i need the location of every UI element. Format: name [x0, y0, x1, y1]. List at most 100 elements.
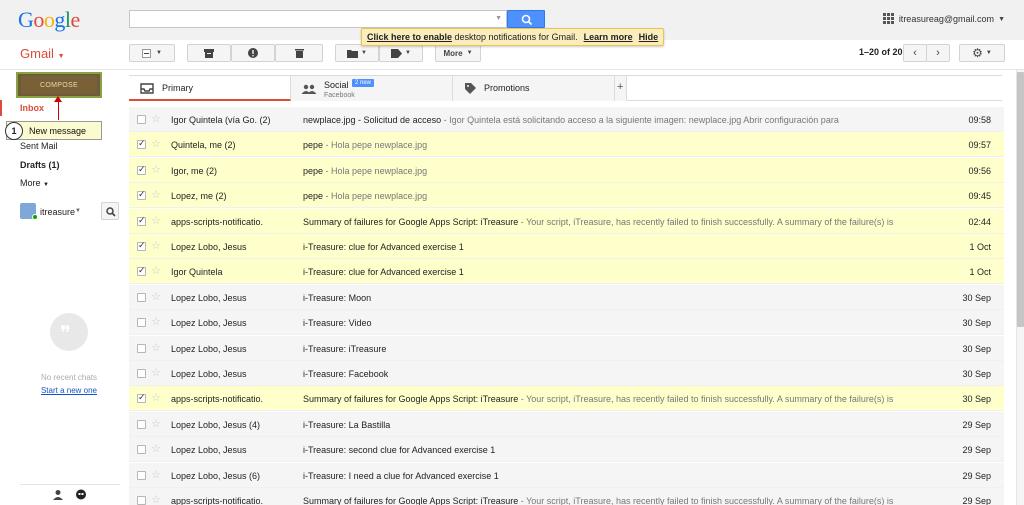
hide-link[interactable]: Hide: [639, 32, 659, 42]
archive-button[interactable]: [187, 44, 231, 62]
chat-user-name[interactable]: itreasure: [40, 207, 75, 217]
subject-text: i-Treasure: second clue for Advanced exe…: [303, 445, 496, 456]
star-icon[interactable]: ☆: [151, 341, 161, 354]
search-options-caret-icon[interactable]: ▼: [495, 15, 502, 22]
row-sender: Lopez, me (2): [171, 191, 227, 202]
sidebar-item-drafts[interactable]: Drafts (1): [20, 160, 60, 170]
table-row[interactable]: ☆ Lopez Lobo, Jesus (4) i-Treasure: La Bas…: [129, 411, 1004, 437]
learn-more-link[interactable]: Learn more: [584, 32, 633, 42]
row-checkbox[interactable]: [137, 215, 146, 226]
row-checkbox[interactable]: [137, 496, 146, 505]
sidebar-item-more[interactable]: More ▼: [20, 178, 49, 188]
sidebar-item-inbox[interactable]: Inbox: [20, 103, 44, 113]
delete-button[interactable]: [275, 44, 323, 62]
row-checkbox[interactable]: [137, 369, 146, 378]
move-to-button[interactable]: ▼: [335, 44, 379, 62]
labels-button[interactable]: ▼: [379, 44, 423, 62]
enable-notifications-link[interactable]: Click here to enable: [367, 32, 452, 42]
chevron-left-icon: ‹: [913, 47, 917, 59]
header-divider: [0, 69, 1024, 70]
star-icon[interactable]: ☆: [151, 163, 161, 176]
row-checkbox[interactable]: [137, 419, 146, 429]
sidebar-item-sent-mail[interactable]: Sent Mail: [20, 141, 58, 151]
subject-text: i-Treasure: I need a clue for Advanced e…: [303, 470, 499, 481]
star-icon[interactable]: ☆: [151, 417, 161, 430]
row-checkbox[interactable]: [137, 292, 146, 302]
older-button[interactable]: ›: [926, 44, 950, 62]
star-icon[interactable]: ☆: [151, 315, 161, 328]
start-new-chat-link[interactable]: Start a new one: [20, 386, 118, 395]
more-actions-button[interactable]: More ▼: [435, 44, 481, 62]
star-icon[interactable]: ☆: [151, 493, 161, 505]
star-icon[interactable]: ☆: [151, 391, 161, 404]
chat-search-button[interactable]: [101, 202, 119, 220]
hangouts-icon[interactable]: [75, 489, 87, 501]
row-checkbox[interactable]: [137, 115, 146, 124]
row-subject: i-Treasure: La Bastilla: [303, 420, 943, 430]
compose-button[interactable]: COMPOSE: [16, 72, 102, 98]
settings-button[interactable]: ⚙ ▼: [959, 44, 1005, 62]
chat-user-caret-icon[interactable]: ▼: [75, 208, 81, 214]
star-icon[interactable]: ☆: [151, 468, 161, 481]
search-button[interactable]: [507, 10, 545, 28]
row-checkbox[interactable]: [137, 392, 146, 404]
tab-promotions[interactable]: Promotions: [453, 76, 615, 101]
select-checkbox-button[interactable]: ▼: [129, 44, 175, 62]
star-icon[interactable]: ☆: [151, 188, 161, 201]
table-row[interactable]: ☆ Igor, me (2) pepe - Hola pepe newplace.j…: [129, 157, 1004, 183]
google-logo[interactable]: Google: [18, 7, 80, 33]
table-row[interactable]: ☆ apps-scripts-notificatio. Summary of fai…: [129, 208, 1004, 234]
callout-text: New message: [29, 126, 87, 136]
plus-icon: +: [617, 81, 624, 93]
table-row[interactable]: ☆ Lopez Lobo, Jesus i-Treasure: Video 30 Se…: [129, 310, 1004, 336]
star-icon[interactable]: ☆: [151, 137, 161, 150]
star-icon[interactable]: ☆: [151, 264, 161, 277]
subject-text: i-Treasure: La Bastilla: [303, 419, 391, 430]
subject-text: i-Treasure: iTreasure: [303, 343, 387, 354]
table-row[interactable]: ☆ Lopez Lobo, Jesus i-Treasure: second clu…: [129, 437, 1004, 463]
scrollbar-thumb[interactable]: [1017, 72, 1024, 327]
table-row[interactable]: ☆ Lopez Lobo, Jesus i-Treasure: clue for A…: [129, 234, 1004, 259]
star-icon[interactable]: ☆: [151, 442, 161, 455]
table-row[interactable]: ☆ Igor Quintela i-Treasure: clue for Advan…: [129, 259, 1004, 285]
star-icon[interactable]: ☆: [151, 239, 161, 252]
row-checkbox[interactable]: [137, 240, 146, 251]
row-checkbox[interactable]: [137, 445, 146, 455]
logo-letter: G: [18, 7, 34, 32]
callout-number: 1: [5, 122, 23, 140]
tab-social[interactable]: Social 2 new Facebook: [291, 76, 453, 101]
account-caret-icon[interactable]: ▼: [998, 16, 1005, 23]
person-icon[interactable]: [52, 489, 64, 501]
table-row[interactable]: ☆ Quintela, me (2) pepe - Hola pepe newpla…: [129, 132, 1004, 158]
row-checkbox[interactable]: [137, 138, 146, 150]
search-input[interactable]: ▼: [129, 10, 507, 28]
table-row[interactable]: ☆ apps-scripts-notificatio. Summary of fai…: [129, 488, 1004, 505]
table-row[interactable]: ☆ Lopez Lobo, Jesus i-Treasure: iTreasure 3…: [129, 335, 1004, 361]
table-row[interactable]: ☆ apps-scripts-notificatio. Summary of fai…: [129, 386, 1004, 412]
row-checkbox[interactable]: [137, 470, 146, 480]
table-row[interactable]: ☆ Lopez Lobo, Jesus i-Treasure: Moon 30 Sep: [129, 284, 1004, 310]
report-spam-button[interactable]: [231, 44, 275, 62]
row-checkbox[interactable]: [137, 164, 146, 175]
star-icon[interactable]: ☆: [151, 214, 161, 227]
row-checkbox[interactable]: [137, 318, 146, 328]
row-sender: Lopez Lobo, Jesus: [171, 343, 247, 354]
row-checkbox[interactable]: [137, 343, 146, 353]
add-tab-button[interactable]: +: [615, 76, 627, 101]
table-row[interactable]: ☆ Lopez Lobo, Jesus (6) i-Treasure: I need…: [129, 462, 1004, 488]
table-row[interactable]: ☆ Igor Quintela (vía Go. (2) newplace.jpg …: [129, 107, 1004, 132]
row-subject: i-Treasure: clue for Advanced exercise 1: [303, 267, 943, 277]
star-icon[interactable]: ☆: [151, 366, 161, 379]
apps-grid-icon[interactable]: [883, 13, 894, 24]
star-icon[interactable]: ☆: [151, 290, 161, 303]
gmail-menu[interactable]: Gmail ▼: [20, 46, 65, 61]
row-subject: i-Treasure: Moon: [303, 293, 943, 303]
newer-button[interactable]: ‹: [903, 44, 927, 62]
star-icon[interactable]: ☆: [151, 112, 161, 125]
tab-primary[interactable]: Primary: [129, 76, 291, 101]
account-email[interactable]: itreasureag@gmail.com: [899, 14, 994, 24]
table-row[interactable]: ☆ Lopez, me (2) pepe - Hola pepe newplace.…: [129, 183, 1004, 209]
row-checkbox[interactable]: [137, 189, 146, 201]
table-row[interactable]: ☆ Lopez Lobo, Jesus i-Treasure: Facebook 30…: [129, 361, 1004, 386]
row-checkbox[interactable]: [137, 265, 146, 277]
